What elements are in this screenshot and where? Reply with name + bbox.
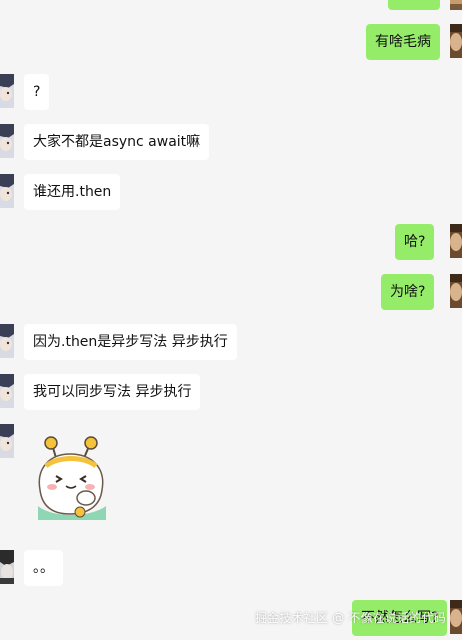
message-bubble-incoming[interactable]: 谁还用.then — [24, 174, 121, 210]
message-text: 。。 — [33, 560, 54, 576]
message-bubble-incoming[interactable]: ? — [24, 74, 50, 110]
avatar-friend[interactable] — [0, 124, 14, 158]
avatar-self[interactable] — [450, 24, 462, 58]
message-text: 哈? — [404, 234, 426, 250]
avatar-self-partial[interactable] — [450, 0, 462, 10]
message-bubble-incoming[interactable]: 因为.then是异步写法 异步执行 — [24, 324, 237, 360]
message-bubble-incoming[interactable]: 我可以同步写法 异步执行 — [24, 374, 201, 410]
cat-bee-headband-sticker[interactable] — [30, 432, 112, 522]
avatar-friend[interactable] — [0, 424, 14, 458]
message-text: 大家不都是async await嘛 — [33, 134, 201, 150]
message-text: 有啥毛病 — [375, 34, 431, 50]
message-bubble-outgoing-partial[interactable] — [388, 0, 440, 10]
message-text: 我可以同步写法 异步执行 — [33, 384, 192, 400]
message-text: 为啥? — [390, 284, 426, 300]
avatar-friend[interactable] — [0, 174, 14, 208]
watermark: 掘金技术社区 @ 不像在说话的代码 — [254, 611, 446, 625]
message-bubble-outgoing[interactable]: 有啥毛病 — [366, 24, 440, 60]
message-text: 谁还用.then — [33, 184, 112, 200]
message-text: 因为.then是异步写法 异步执行 — [33, 334, 228, 350]
avatar-friend-alt[interactable] — [0, 550, 14, 584]
message-bubble-outgoing[interactable]: 为啥? — [381, 274, 435, 310]
chat-window: 有啥毛病 ? 大家不都是async await嘛 谁还用.then 哈? 为啥?… — [0, 0, 462, 640]
message-bubble-outgoing[interactable]: 哈? — [395, 224, 435, 260]
avatar-self[interactable] — [450, 274, 462, 308]
avatar-friend[interactable] — [0, 374, 14, 408]
message-bubble-incoming[interactable]: 大家不都是async await嘛 — [24, 124, 210, 160]
message-text: ? — [33, 84, 41, 100]
avatar-self[interactable] — [450, 600, 462, 634]
avatar-friend[interactable] — [0, 324, 14, 358]
avatar-self[interactable] — [450, 224, 462, 258]
message-bubble-incoming[interactable]: 。。 — [24, 550, 63, 586]
avatar-friend[interactable] — [0, 74, 14, 108]
